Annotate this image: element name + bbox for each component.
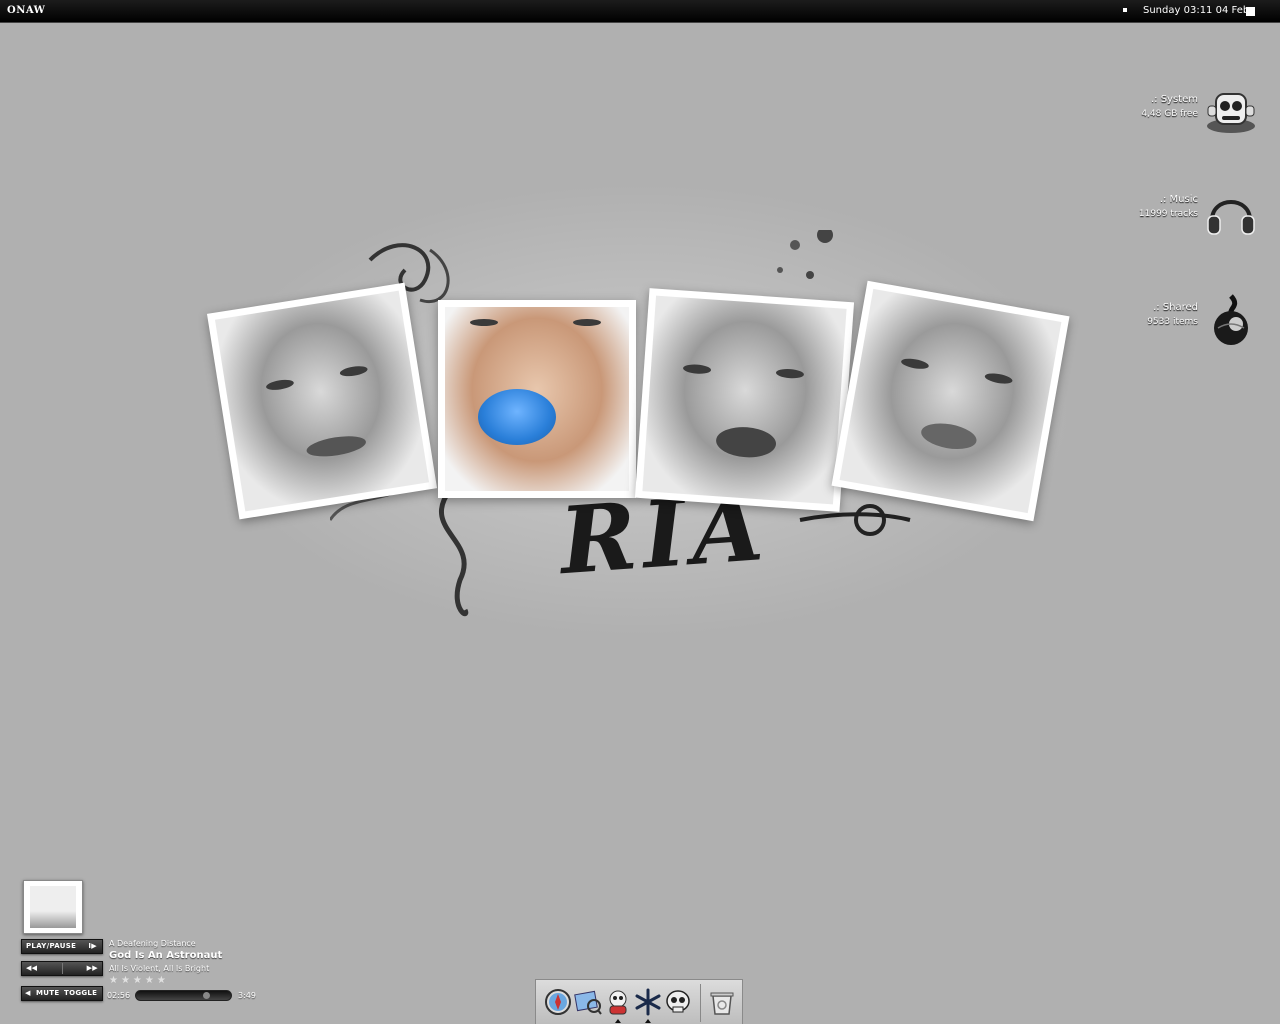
- adium-duck-icon[interactable]: [604, 988, 632, 1016]
- drive-system-free: 4,48 GB free: [1141, 109, 1198, 119]
- dock-separator: [700, 984, 701, 1022]
- flame-globe-icon[interactable]: [1204, 294, 1258, 348]
- menubar-status-icon[interactable]: [1123, 8, 1127, 12]
- blue-lips: [478, 389, 556, 445]
- drive-shared-items: 9533 items: [1147, 317, 1198, 327]
- drive-music-tracks: 11999 tracks: [1138, 209, 1198, 219]
- speaker-icon: ◀: [25, 989, 31, 997]
- prev-next-bar: ◀◀ ▶▶: [21, 961, 103, 976]
- next-track-button[interactable]: ▶▶: [87, 962, 98, 975]
- snowflake-app-icon[interactable]: [634, 988, 662, 1016]
- menubar-clock[interactable]: Sunday 03:11 04 Feb: [1143, 5, 1249, 16]
- track-album: All Is Violent, All Is Bright: [109, 964, 210, 973]
- photo-face: [642, 295, 847, 505]
- drive-shared[interactable]: .: Shared 9533 items: [1098, 294, 1258, 354]
- running-indicator: [615, 1019, 621, 1023]
- drive-system-name: .: System: [1150, 94, 1198, 105]
- album-artwork[interactable]: [23, 880, 83, 934]
- play-icon: I▶: [88, 942, 97, 950]
- wallpaper-photo-2: [438, 300, 636, 498]
- album-art-image: [30, 886, 76, 928]
- trash-icon[interactable]: [708, 988, 736, 1016]
- previous-track-button[interactable]: ◀◀: [26, 962, 37, 975]
- toggle-button[interactable]: TOGGLE: [64, 987, 97, 1000]
- drive-music-name: .: Music: [1159, 194, 1198, 205]
- drive-shared-name: .: Shared: [1153, 302, 1198, 313]
- track-rating[interactable]: ★★★★★: [109, 975, 169, 986]
- mail-preview-icon[interactable]: [574, 988, 602, 1016]
- track-title: God Is An Astronaut: [109, 950, 223, 961]
- time-elapsed: 02:56: [107, 991, 131, 1000]
- mute-button[interactable]: MUTE: [36, 987, 59, 1000]
- play-pause-button[interactable]: PLAY/PAUSE I▶: [21, 939, 103, 954]
- wallpaper-photo-1: [206, 282, 438, 520]
- dock: [535, 979, 743, 1024]
- menubar: ONAW Sunday 03:11 04 Feb: [0, 0, 1280, 23]
- headphones-icon[interactable]: [1204, 186, 1258, 240]
- divider: [62, 963, 63, 974]
- photo-face: [445, 307, 629, 491]
- safari-compass-icon[interactable]: [544, 988, 572, 1016]
- progress-knob[interactable]: [203, 992, 210, 999]
- volume-bar: ◀ MUTE TOGGLE: [21, 986, 103, 1001]
- wallpaper-photo-3: [634, 288, 855, 512]
- photo-face: [839, 288, 1062, 514]
- track-artist: A Deafening Distance: [109, 939, 196, 948]
- robot-drive-icon[interactable]: [1204, 86, 1258, 140]
- wallpaper-photo-4: [831, 280, 1070, 522]
- time-total: 3:49: [238, 991, 256, 1000]
- photo-face: [214, 290, 430, 512]
- skull-app-icon[interactable]: [664, 988, 692, 1016]
- apple-menu-logo[interactable]: ONAW: [7, 5, 45, 16]
- spotlight-icon[interactable]: [1246, 7, 1255, 16]
- drive-music[interactable]: .: Music 11999 tracks: [1098, 186, 1258, 246]
- running-indicator: [645, 1019, 651, 1023]
- drive-system[interactable]: .: System 4,48 GB free: [1098, 86, 1258, 146]
- track-progress-slider[interactable]: [135, 990, 232, 1001]
- play-pause-label: PLAY/PAUSE: [26, 942, 77, 950]
